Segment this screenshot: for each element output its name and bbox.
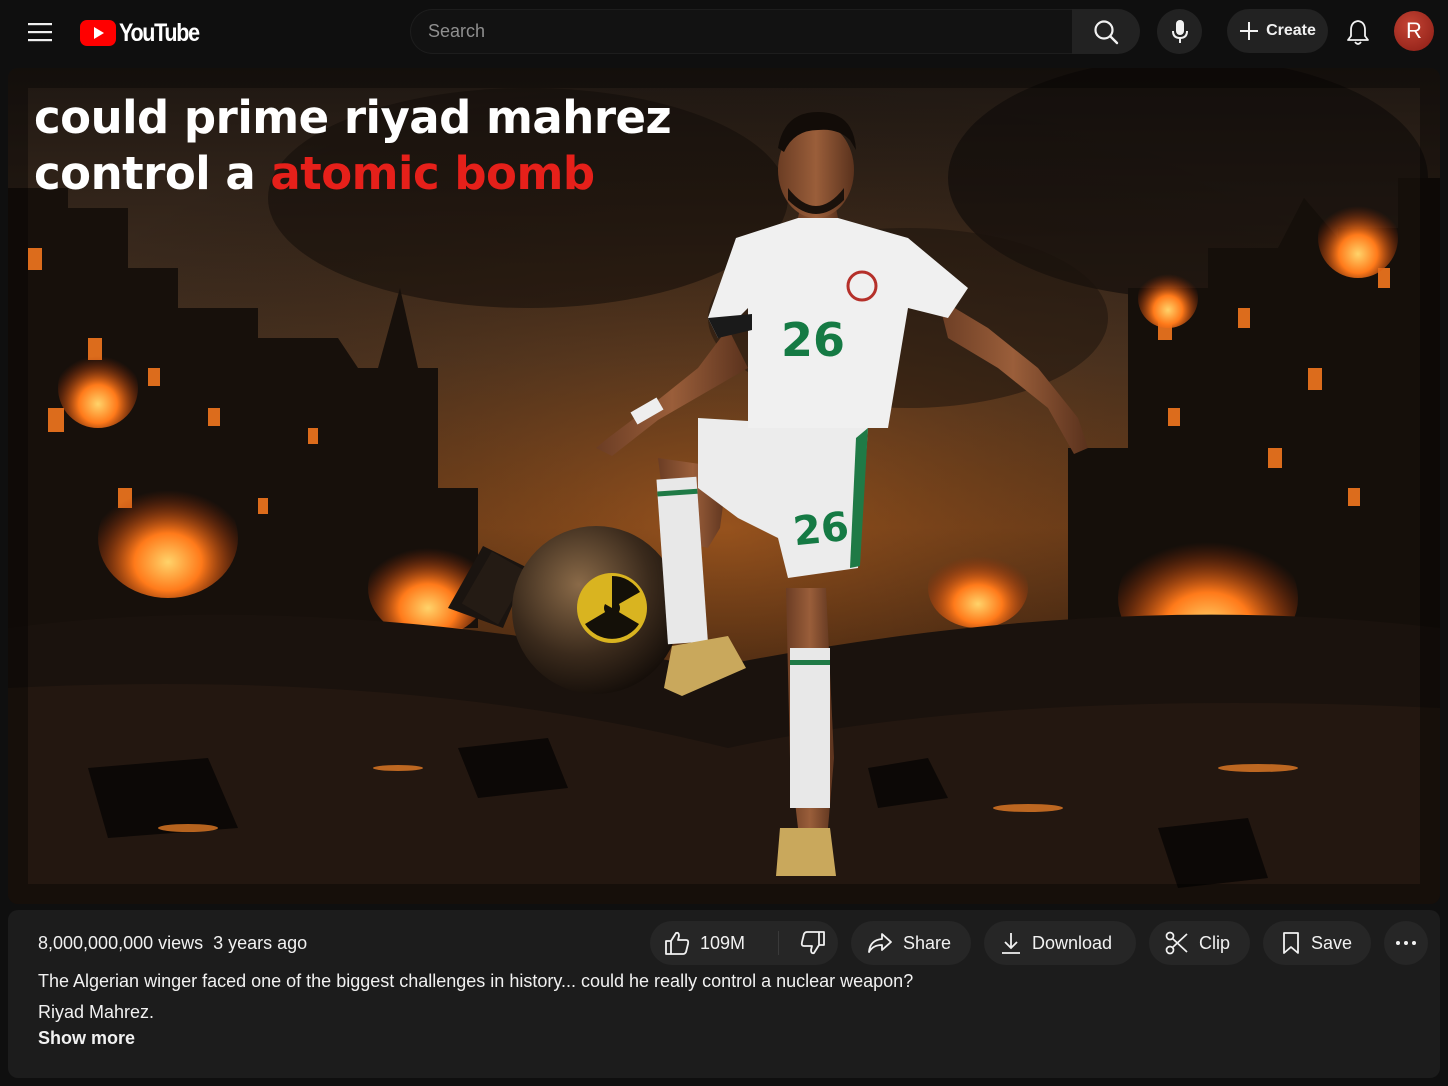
action-bar: 109M Share Download Clip Save	[8, 921, 1440, 965]
clip-label: Clip	[1199, 932, 1231, 953]
clip-button[interactable]: Clip	[1149, 921, 1250, 965]
create-label: Create	[1266, 22, 1316, 39]
voice-search-button[interactable]	[1157, 9, 1202, 54]
like-button[interactable]: 109M	[664, 921, 745, 965]
more-actions-button[interactable]	[1384, 921, 1428, 965]
search-box[interactable]	[410, 9, 1072, 54]
like-dislike-group: 109M	[650, 921, 838, 965]
logo-text: YouTube	[119, 18, 200, 47]
thumbnail-title-line2: control a atomic bomb	[34, 146, 671, 202]
show-more-button[interactable]: Show more	[38, 1028, 135, 1049]
youtube-logo[interactable]: YouTube	[80, 18, 212, 48]
thumbnail-title-highlight: atomic bomb	[270, 147, 595, 200]
search-button[interactable]	[1072, 9, 1140, 54]
like-count: 109M	[700, 932, 746, 953]
download-icon	[1002, 933, 1020, 954]
notifications-button[interactable]	[1336, 11, 1380, 55]
video-info-panel: 8,000,000,000 views 3 years ago 109M Sha…	[8, 910, 1440, 1078]
jersey-number: 26	[781, 313, 845, 367]
share-icon	[868, 933, 892, 953]
download-label: Download	[1032, 932, 1113, 953]
search-icon	[1094, 19, 1119, 44]
avatar-letter: R	[1406, 18, 1422, 43]
download-button[interactable]: Download	[984, 921, 1136, 965]
scissors-icon	[1165, 931, 1188, 955]
thumbnail-title: could prime riyad mahrez control a atomi…	[34, 90, 672, 202]
thumbs-down-icon	[800, 931, 825, 955]
top-bar: YouTube Create R	[0, 0, 1448, 64]
avatar[interactable]: R	[1394, 11, 1434, 51]
thumbnail-title-line1: could prime riyad mahrez	[34, 91, 672, 144]
bookmark-icon	[1283, 932, 1299, 954]
thumbs-up-icon	[665, 931, 690, 955]
video-description: The Algerian winger faced one of the big…	[38, 966, 913, 1028]
create-button[interactable]: Create	[1227, 9, 1328, 53]
description-line1: The Algerian winger faced one of the big…	[38, 971, 914, 991]
search-input[interactable]	[428, 21, 1072, 42]
youtube-play-icon	[80, 20, 116, 46]
plus-icon	[1240, 22, 1259, 40]
thumbnail-title-prefix: control a	[34, 147, 271, 200]
video-player[interactable]: 26 26 could prime riyad mahrez control a…	[8, 68, 1440, 904]
like-divider	[778, 931, 779, 955]
dislike-button[interactable]	[788, 921, 838, 965]
microphone-icon	[1171, 19, 1188, 43]
more-horizontal-icon	[1396, 941, 1416, 945]
menu-button[interactable]	[22, 14, 58, 50]
save-button[interactable]: Save	[1263, 921, 1371, 965]
hamburger-icon	[28, 23, 52, 42]
share-label: Share	[903, 932, 952, 953]
save-label: Save	[1311, 932, 1353, 953]
description-line2: Riyad Mahrez.	[38, 1002, 155, 1022]
shorts-number: 26	[791, 504, 851, 556]
share-button[interactable]: Share	[851, 921, 971, 965]
bell-icon	[1347, 20, 1369, 45]
